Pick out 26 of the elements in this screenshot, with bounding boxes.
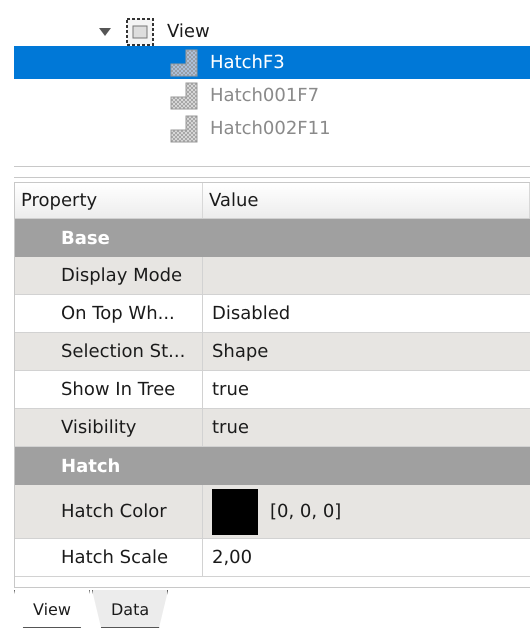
property-value[interactable]: 2,00 bbox=[212, 547, 252, 568]
splitter-handle[interactable] bbox=[14, 166, 530, 178]
property-name: Hatch Color bbox=[15, 485, 203, 538]
tree-item[interactable]: View bbox=[167, 21, 210, 42]
property-name: Visibility bbox=[15, 409, 203, 446]
hatch-icon bbox=[170, 48, 198, 76]
hatch-icon bbox=[170, 114, 198, 142]
color-swatch[interactable] bbox=[212, 488, 258, 534]
column-header[interactable]: Property bbox=[15, 183, 203, 218]
tab[interactable]: Data bbox=[92, 590, 168, 628]
property-name: Display Mode bbox=[15, 257, 203, 294]
caret-icon[interactable] bbox=[98, 26, 112, 36]
property-name: Show In Tree bbox=[15, 371, 203, 408]
property-value[interactable]: true bbox=[212, 379, 249, 400]
column-header[interactable]: Value bbox=[203, 183, 530, 218]
property-value[interactable]: true bbox=[212, 417, 249, 438]
property-value[interactable]: [0, 0, 0] bbox=[270, 501, 342, 522]
tab[interactable]: View bbox=[14, 590, 90, 628]
property-value[interactable]: Shape bbox=[212, 341, 268, 362]
hatch-icon bbox=[170, 82, 198, 110]
property-value[interactable]: Disabled bbox=[212, 303, 290, 324]
property-name: On Top Wh... bbox=[15, 295, 203, 332]
property-name: Hatch Scale bbox=[15, 539, 203, 576]
view-group-icon bbox=[125, 16, 155, 46]
property-name: Selection St... bbox=[15, 333, 203, 370]
tree-item[interactable]: HatchF3 bbox=[14, 46, 530, 79]
